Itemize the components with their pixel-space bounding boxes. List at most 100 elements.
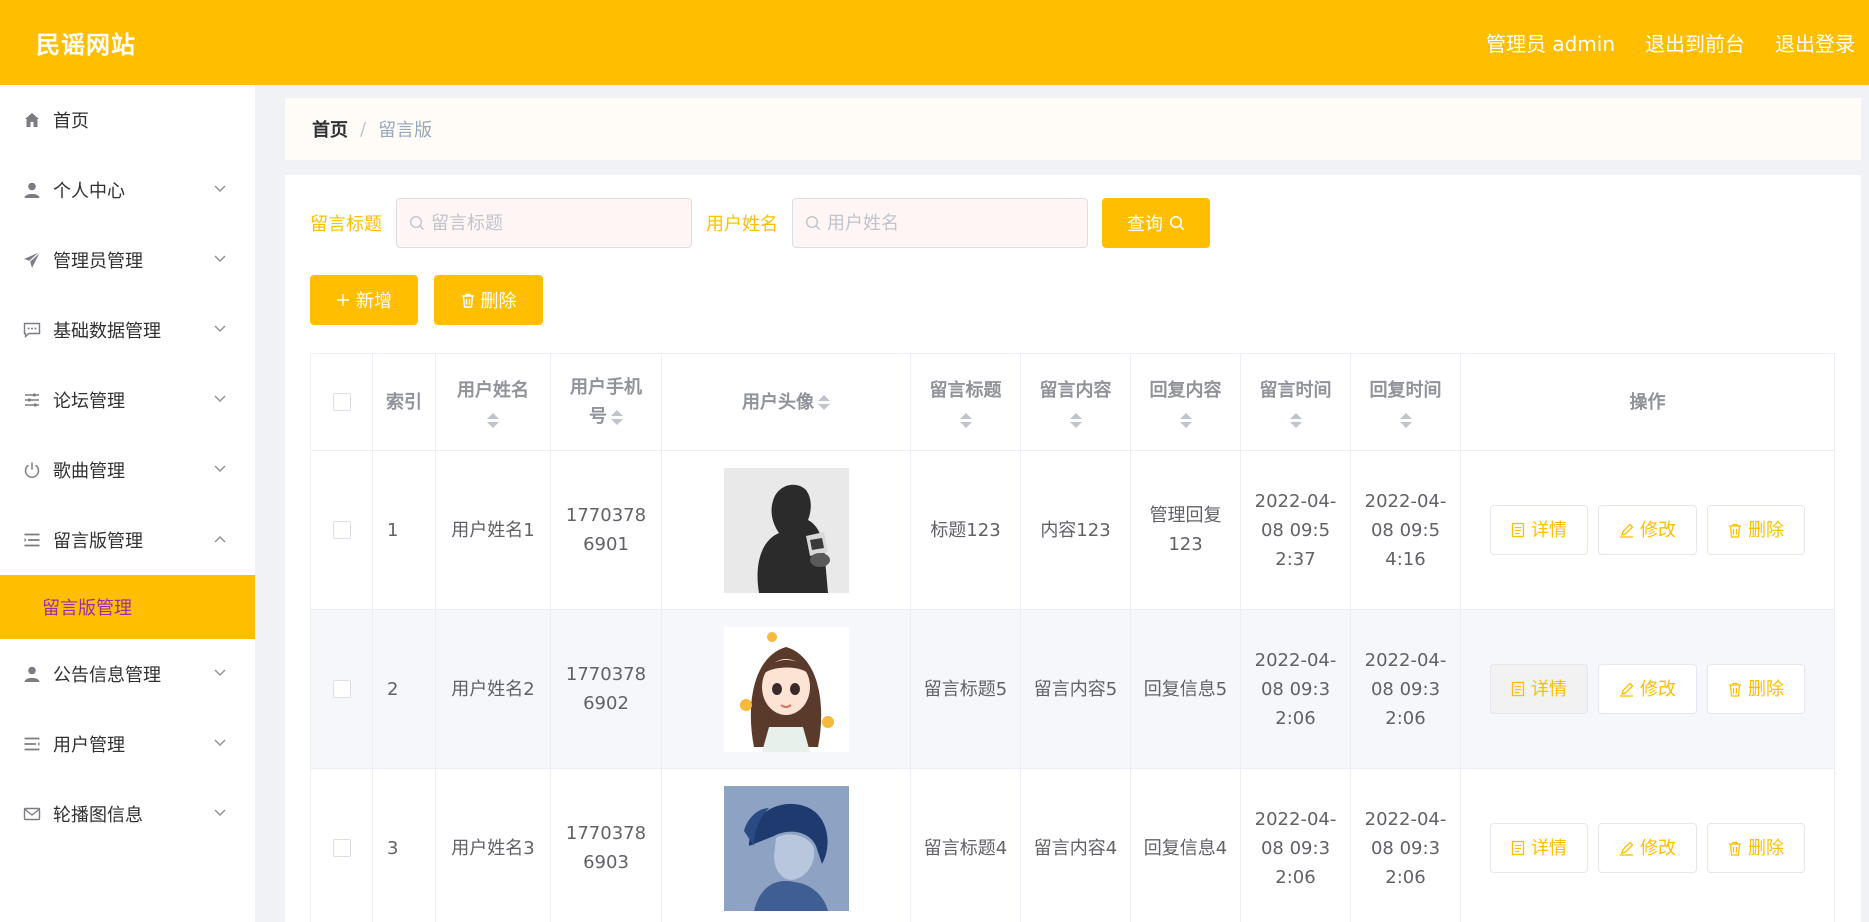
logout-link[interactable]: 退出登录 [1775, 28, 1855, 57]
sidebar-item-guestbook[interactable]: 留言版管理 [0, 505, 255, 575]
title-search-label: 留言标题 [310, 214, 382, 235]
header-label: 留言时间 [1259, 380, 1332, 401]
cell-avatar [662, 610, 911, 768]
row-checkbox[interactable] [332, 680, 351, 698]
sort-icon[interactable] [487, 413, 499, 428]
chevron-down-icon [213, 462, 227, 476]
sidebar-item-label: 用户管理 [53, 735, 125, 756]
sort-icon[interactable] [818, 394, 830, 410]
title-search-input[interactable] [431, 212, 671, 234]
user-avatar-image[interactable] [723, 467, 849, 593]
detail-button[interactable]: 详情 [1490, 664, 1588, 714]
sidebar-item-basic-data[interactable]: 基础数据管理 [0, 295, 255, 365]
content-card: 留言标题 用户姓名 查询 新增 删除 索引 用户姓名 [285, 175, 1861, 922]
user-search-field[interactable] [792, 198, 1088, 248]
edit-button[interactable]: 修改 [1598, 823, 1697, 873]
cell-index: 1 [373, 451, 436, 609]
sidebar-item-users[interactable]: 用户管理 [0, 709, 255, 779]
header-title[interactable]: 留言标题 [911, 354, 1021, 450]
sort-icon[interactable] [1069, 413, 1082, 428]
power-icon [22, 460, 42, 480]
user-avatar-image[interactable] [723, 626, 849, 752]
chevron-down-icon [213, 666, 227, 680]
sort-icon[interactable] [1179, 413, 1192, 428]
header-reply[interactable]: 回复内容 [1131, 354, 1241, 450]
sort-icon[interactable] [1399, 413, 1412, 428]
user-search-label: 用户姓名 [706, 214, 778, 235]
user-avatar-image[interactable] [723, 785, 849, 911]
chevron-down-icon [213, 736, 227, 750]
add-button[interactable]: 新增 [310, 275, 418, 325]
edit-button[interactable]: 修改 [1598, 664, 1697, 714]
cell-reply-time: 2022-04-08 09:32:06 [1351, 769, 1461, 922]
exit-to-front-link[interactable]: 退出到前台 [1645, 28, 1745, 57]
cell-user-name: 用户姓名1 [436, 451, 551, 609]
edit-icon [1619, 841, 1634, 856]
list-icon [22, 734, 42, 754]
chat-icon [22, 320, 42, 340]
sidebar-item-carousel[interactable]: 轮播图信息 [0, 779, 255, 849]
sort-icon[interactable] [611, 409, 623, 425]
sidebar-item-label: 歌曲管理 [53, 461, 125, 482]
query-button-label: 查询 [1127, 214, 1163, 234]
cell-msg-time: 2022-04-08 09:52:37 [1241, 451, 1351, 609]
header-label: 用户姓名 [457, 380, 529, 401]
detail-button[interactable]: 详情 [1490, 823, 1588, 873]
plus-icon [336, 293, 350, 307]
table-row: 2 用户姓名2 17703786902 留言标题5 留言内容5 回复信息5 20… [311, 610, 1834, 769]
cell-msg-time: 2022-04-08 09:32:06 [1241, 769, 1351, 922]
cell-content: 留言内容4 [1021, 769, 1131, 922]
cell-reply: 回复信息5 [1131, 610, 1241, 768]
row-select-cell [311, 451, 373, 609]
header-content[interactable]: 留言内容 [1021, 354, 1131, 450]
header-label: 留言标题 [929, 380, 1002, 401]
sidebar-item-announcements[interactable]: 公告信息管理 [0, 639, 255, 709]
cell-title: 留言标题5 [911, 610, 1021, 768]
search-form: 留言标题 用户姓名 查询 [310, 198, 1210, 248]
sidebar-item-label: 轮播图信息 [53, 805, 143, 826]
header-user-name[interactable]: 用户姓名 [436, 354, 551, 450]
document-icon [1511, 522, 1525, 538]
sidebar-item-label: 留言版管理 [53, 531, 143, 552]
header-msg-time[interactable]: 留言时间 [1241, 354, 1351, 450]
header-label: 用户手机号 [570, 377, 642, 427]
delete-button[interactable]: 删除 [1707, 823, 1805, 873]
breadcrumb-home[interactable]: 首页 [312, 116, 348, 142]
sidebar-item-songs[interactable]: 歌曲管理 [0, 435, 255, 505]
sidebar-item-personal-center[interactable]: 个人中心 [0, 155, 255, 225]
header-label: 用户头像 [742, 391, 814, 413]
sidebar-item-home[interactable]: 首页 [0, 85, 255, 155]
header-avatar[interactable]: 用户头像 [662, 354, 911, 450]
cell-reply-time: 2022-04-08 09:54:16 [1351, 451, 1461, 609]
header-ops: 操作 [1629, 391, 1666, 413]
header-reply-time[interactable]: 回复时间 [1351, 354, 1461, 450]
sidebar-item-admin-management[interactable]: 管理员管理 [0, 225, 255, 295]
sidebar-item-label: 管理员管理 [53, 251, 143, 272]
delete-button[interactable]: 删除 [1707, 664, 1805, 714]
cell-user-phone: 17703786902 [551, 610, 662, 768]
cell-title: 留言标题4 [911, 769, 1021, 922]
cell-index: 3 [373, 769, 436, 922]
edit-button[interactable]: 修改 [1598, 505, 1697, 555]
batch-delete-button[interactable]: 删除 [434, 275, 543, 325]
row-checkbox[interactable] [332, 839, 351, 857]
sort-icon[interactable] [1289, 413, 1302, 428]
trash-icon [1728, 523, 1742, 538]
query-button[interactable]: 查询 [1102, 198, 1210, 248]
row-select-cell [311, 610, 373, 768]
title-search-field[interactable] [396, 198, 692, 248]
sort-icon[interactable] [959, 413, 972, 428]
sidebar-item-label: 论坛管理 [53, 391, 125, 412]
cell-msg-time: 2022-04-08 09:32:06 [1241, 610, 1351, 768]
sidebar-item-forum[interactable]: 论坛管理 [0, 365, 255, 435]
user-search-input[interactable] [827, 212, 1067, 234]
select-all-checkbox[interactable] [332, 393, 351, 411]
delete-button[interactable]: 删除 [1707, 505, 1805, 555]
sidebar-subitem-guestbook-management[interactable]: 留言版管理 [0, 575, 255, 639]
row-checkbox[interactable] [332, 521, 351, 539]
detail-button[interactable]: 详情 [1490, 505, 1588, 555]
chevron-down-icon [213, 806, 227, 820]
top-header: 民谣网站 管理员 admin 退出到前台 退出登录 [0, 0, 1869, 85]
header-user-phone[interactable]: 用户手机号 [551, 354, 662, 450]
cell-ops: 详情 修改 删除 [1461, 610, 1834, 768]
